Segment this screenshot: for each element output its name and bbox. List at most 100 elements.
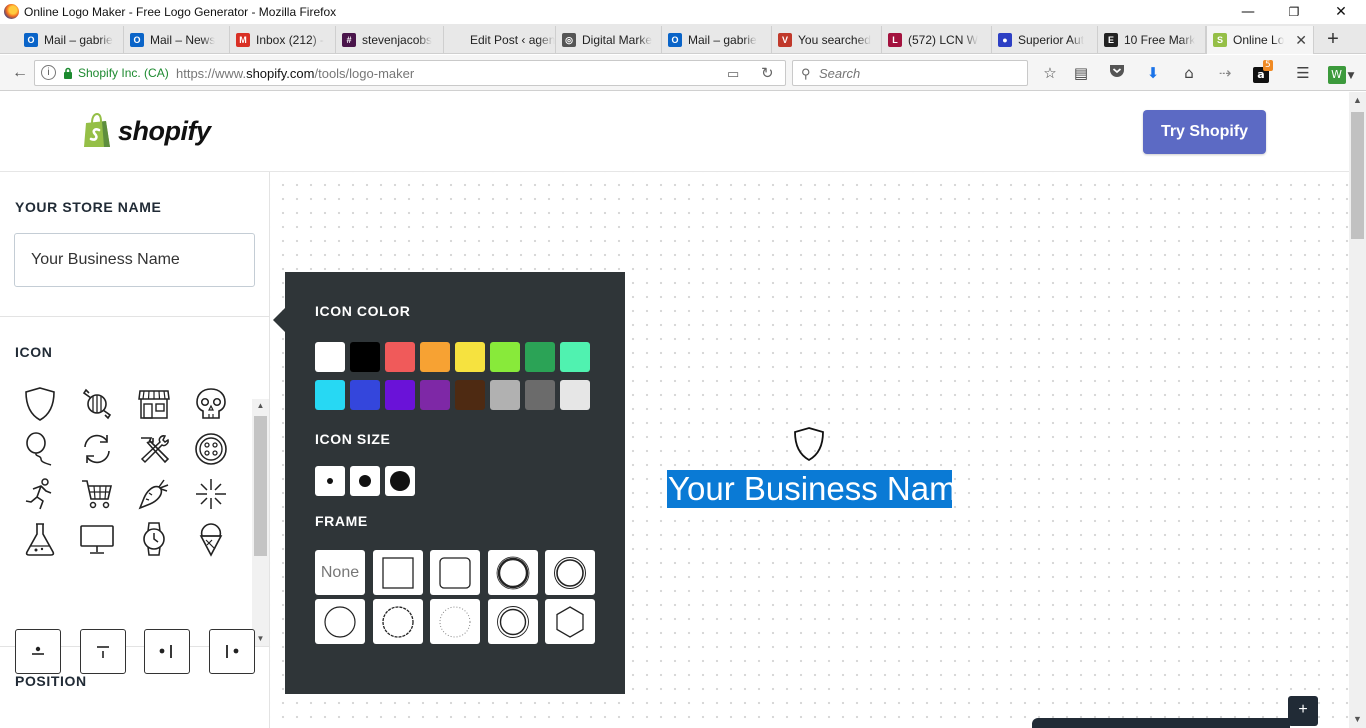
color-swatch[interactable] bbox=[350, 380, 380, 410]
amazon-extension-icon[interactable]: a 5 bbox=[1250, 60, 1273, 84]
icon-size-small-button[interactable] bbox=[315, 466, 345, 496]
url-text[interactable]: https://www.shopify.com/tools/logo-maker bbox=[176, 66, 414, 81]
search-input[interactable] bbox=[819, 64, 1019, 82]
shopify-logo[interactable]: shopify bbox=[82, 111, 211, 151]
color-swatch[interactable] bbox=[315, 380, 345, 410]
minimize-button[interactable]: — bbox=[1225, 0, 1271, 24]
url-bar[interactable]: i Shopify Inc. (CA) https://www.shopify.… bbox=[34, 60, 786, 86]
browser-tab[interactable]: O Mail – gabrie bbox=[662, 26, 772, 54]
tools-icon[interactable] bbox=[129, 429, 179, 469]
shield-icon[interactable] bbox=[15, 384, 65, 424]
preview-shield-icon[interactable] bbox=[792, 426, 826, 462]
extension-shield-icon[interactable]: W ▼ bbox=[1324, 62, 1358, 84]
position-icon-top-button[interactable] bbox=[80, 629, 126, 674]
refresh-cycle-icon[interactable] bbox=[72, 429, 122, 469]
web-page: shopify Try Shopify YOUR STORE NAME ICON bbox=[0, 92, 1349, 728]
scrollbar-thumb[interactable] bbox=[254, 416, 267, 556]
bottom-drawer[interactable] bbox=[1032, 718, 1290, 728]
carrot-icon[interactable] bbox=[129, 474, 179, 514]
expand-drawer-button[interactable]: + bbox=[1288, 696, 1318, 726]
position-icon-above-button[interactable] bbox=[15, 629, 61, 674]
store-name-input[interactable] bbox=[14, 233, 255, 287]
frame-hexagon-button[interactable] bbox=[545, 599, 595, 644]
color-swatch[interactable] bbox=[455, 380, 485, 410]
frame-square-button[interactable] bbox=[373, 550, 423, 595]
frame-circle-button[interactable] bbox=[315, 599, 365, 644]
home-icon[interactable]: ⌂ bbox=[1178, 62, 1200, 84]
icon-size-large-button[interactable] bbox=[385, 466, 415, 496]
download-icon[interactable]: ⬇ bbox=[1142, 62, 1164, 84]
close-window-button[interactable]: ✕ bbox=[1318, 0, 1364, 24]
scroll-up-icon[interactable]: ▲ bbox=[1349, 92, 1366, 109]
frame-circle-thick-button[interactable] bbox=[488, 550, 538, 595]
color-swatch[interactable] bbox=[455, 342, 485, 372]
skull-icon[interactable] bbox=[186, 384, 236, 424]
scrollbar-thumb[interactable] bbox=[1351, 112, 1364, 239]
color-swatch[interactable] bbox=[560, 342, 590, 372]
frame-ring-button[interactable] bbox=[488, 599, 538, 644]
pocket-icon[interactable] bbox=[1106, 62, 1128, 84]
browser-tab[interactable]: Edit Post ‹ agenty bbox=[444, 26, 556, 54]
browser-tab-active[interactable]: S Online Lo ✕ bbox=[1206, 26, 1314, 54]
color-swatch[interactable] bbox=[490, 380, 520, 410]
page-scrollbar[interactable]: ▲ ▼ bbox=[1349, 92, 1366, 728]
flask-icon[interactable] bbox=[15, 519, 65, 559]
browser-tab[interactable]: V You searched bbox=[772, 26, 882, 54]
browser-tab[interactable]: O Mail – News bbox=[124, 26, 230, 54]
shopping-cart-icon[interactable] bbox=[72, 474, 122, 514]
candy-icon[interactable] bbox=[72, 384, 122, 424]
scroll-up-icon[interactable]: ▲ bbox=[252, 399, 269, 413]
browser-tab[interactable]: E 10 Free Mark bbox=[1098, 26, 1206, 54]
browser-tab[interactable]: ● Superior Aut bbox=[992, 26, 1098, 54]
browser-tab[interactable]: O Mail – gabrie bbox=[18, 26, 124, 54]
balloon-icon[interactable] bbox=[15, 429, 65, 469]
reading-list-icon[interactable]: ▤ bbox=[1070, 62, 1092, 84]
tab-favicon-icon: E bbox=[1104, 33, 1118, 47]
close-tab-icon[interactable]: ✕ bbox=[1295, 32, 1307, 49]
reload-icon[interactable]: ↻ bbox=[761, 64, 774, 82]
reader-view-icon[interactable]: ▭ bbox=[727, 66, 739, 82]
info-icon[interactable]: i bbox=[41, 65, 56, 80]
runner-icon[interactable] bbox=[15, 474, 65, 514]
color-swatch[interactable] bbox=[420, 380, 450, 410]
new-tab-button[interactable]: + bbox=[1322, 28, 1344, 50]
ice-cream-icon[interactable] bbox=[186, 519, 236, 559]
color-swatch[interactable] bbox=[490, 342, 520, 372]
tab-label: 10 Free Mark bbox=[1124, 33, 1196, 47]
browser-tab[interactable]: ◎ Digital Marke bbox=[556, 26, 662, 54]
browser-tab[interactable]: # stevenjacobs bbox=[336, 26, 444, 54]
preview-business-name[interactable]: Your Business Name bbox=[667, 470, 975, 508]
search-bar[interactable]: ⚲ bbox=[792, 60, 1028, 86]
color-swatch[interactable] bbox=[420, 342, 450, 372]
frame-dotted-circle-button[interactable] bbox=[430, 599, 480, 644]
monitor-icon[interactable] bbox=[72, 519, 122, 559]
sparkle-icon[interactable] bbox=[186, 474, 236, 514]
scroll-down-icon[interactable]: ▼ bbox=[1349, 711, 1366, 728]
position-icon-left-button[interactable] bbox=[144, 629, 190, 674]
frame-circle-double-button[interactable] bbox=[545, 550, 595, 595]
color-swatch[interactable] bbox=[350, 342, 380, 372]
send-tab-icon[interactable]: ⇢ bbox=[1214, 62, 1236, 84]
frame-rounded-square-button[interactable] bbox=[430, 550, 480, 595]
color-swatch[interactable] bbox=[525, 342, 555, 372]
button-icon[interactable] bbox=[186, 429, 236, 469]
menu-icon[interactable]: ☰ bbox=[1292, 62, 1314, 84]
position-bar-left-button[interactable] bbox=[209, 629, 255, 674]
back-arrow-icon[interactable]: ← bbox=[8, 61, 32, 85]
bookmark-star-icon[interactable]: ☆ bbox=[1039, 62, 1061, 84]
color-swatch[interactable] bbox=[560, 380, 590, 410]
color-swatch[interactable] bbox=[315, 342, 345, 372]
browser-tab[interactable]: L (572) LCN W bbox=[882, 26, 992, 54]
storefront-icon[interactable] bbox=[129, 384, 179, 424]
color-swatch[interactable] bbox=[525, 380, 555, 410]
color-swatch[interactable] bbox=[385, 342, 415, 372]
frame-none-button[interactable]: None bbox=[315, 550, 365, 595]
icon-size-medium-button[interactable] bbox=[350, 466, 380, 496]
browser-tab[interactable]: M Inbox (212) - bbox=[230, 26, 336, 54]
try-shopify-button[interactable]: Try Shopify bbox=[1143, 110, 1266, 154]
icon-list-scrollbar[interactable]: ▲ ▼ bbox=[252, 399, 269, 646]
color-swatch[interactable] bbox=[385, 380, 415, 410]
watch-icon[interactable] bbox=[129, 519, 179, 559]
frame-scalloped-button[interactable] bbox=[373, 599, 423, 644]
restore-button[interactable]: ❐ bbox=[1271, 0, 1317, 24]
